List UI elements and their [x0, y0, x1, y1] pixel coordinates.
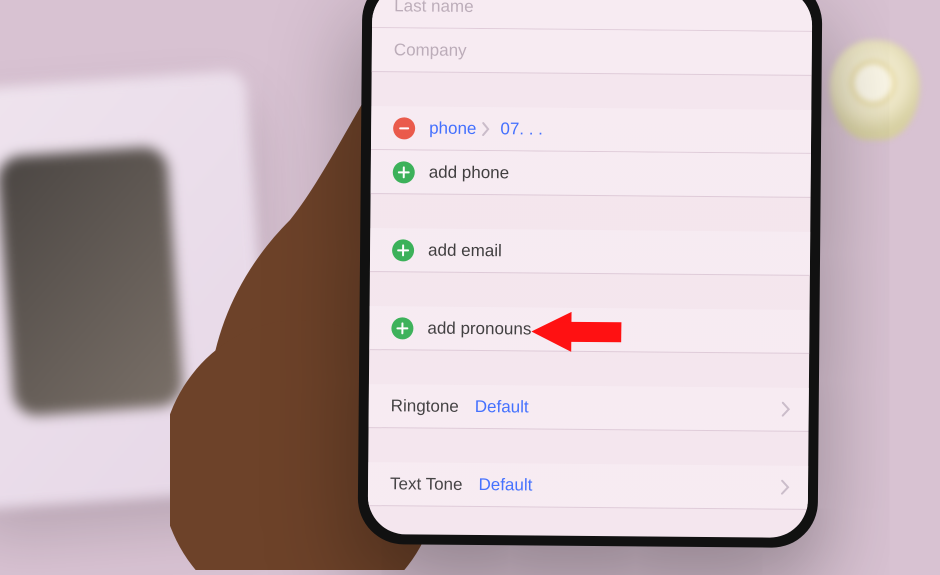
phone-device-frame: Last name Company phone 07. . . — [358, 0, 823, 548]
text-tone-group: Text Tone Default — [368, 462, 808, 510]
add-icon — [393, 161, 415, 183]
add-icon — [391, 317, 413, 339]
ringtone-row[interactable]: Ringtone Default — [369, 384, 809, 432]
company-field[interactable]: Company — [372, 28, 812, 76]
last-name-field[interactable]: Last name — [372, 0, 812, 32]
phone-group: phone 07. . . add phone — [371, 106, 812, 198]
chevron-right-icon — [781, 480, 790, 495]
name-group: Last name Company — [372, 0, 813, 76]
ringtone-group: Ringtone Default — [369, 384, 809, 432]
last-name-placeholder: Last name — [394, 0, 474, 16]
add-email-row[interactable]: add email — [370, 228, 810, 276]
ringtone-value: Default — [475, 397, 529, 417]
ringtone-label: Ringtone — [391, 396, 459, 417]
phone-screen: Last name Company phone 07. . . — [368, 0, 813, 538]
add-email-label: add email — [428, 240, 502, 261]
text-tone-row[interactable]: Text Tone Default — [368, 462, 808, 510]
background-product-box — [0, 70, 274, 510]
email-group: add email — [370, 228, 810, 276]
chevron-right-icon — [782, 402, 791, 417]
add-icon — [392, 239, 414, 261]
text-tone-label: Text Tone — [390, 474, 463, 495]
background-clock — [830, 40, 920, 140]
add-pronouns-label: add pronouns — [427, 318, 531, 339]
pronouns-group: add pronouns — [369, 306, 809, 354]
add-pronouns-row[interactable]: add pronouns — [369, 306, 809, 354]
phone-number-value[interactable]: 07. . . — [500, 119, 543, 139]
remove-icon[interactable] — [393, 117, 415, 139]
phone-type-selector[interactable]: phone — [429, 118, 476, 138]
phone-entry-row[interactable]: phone 07. . . — [371, 106, 811, 154]
company-placeholder: Company — [394, 40, 467, 61]
text-tone-value: Default — [478, 475, 532, 495]
add-phone-row[interactable]: add phone — [371, 150, 811, 198]
add-phone-label: add phone — [429, 162, 510, 183]
chevron-right-icon — [482, 122, 490, 136]
